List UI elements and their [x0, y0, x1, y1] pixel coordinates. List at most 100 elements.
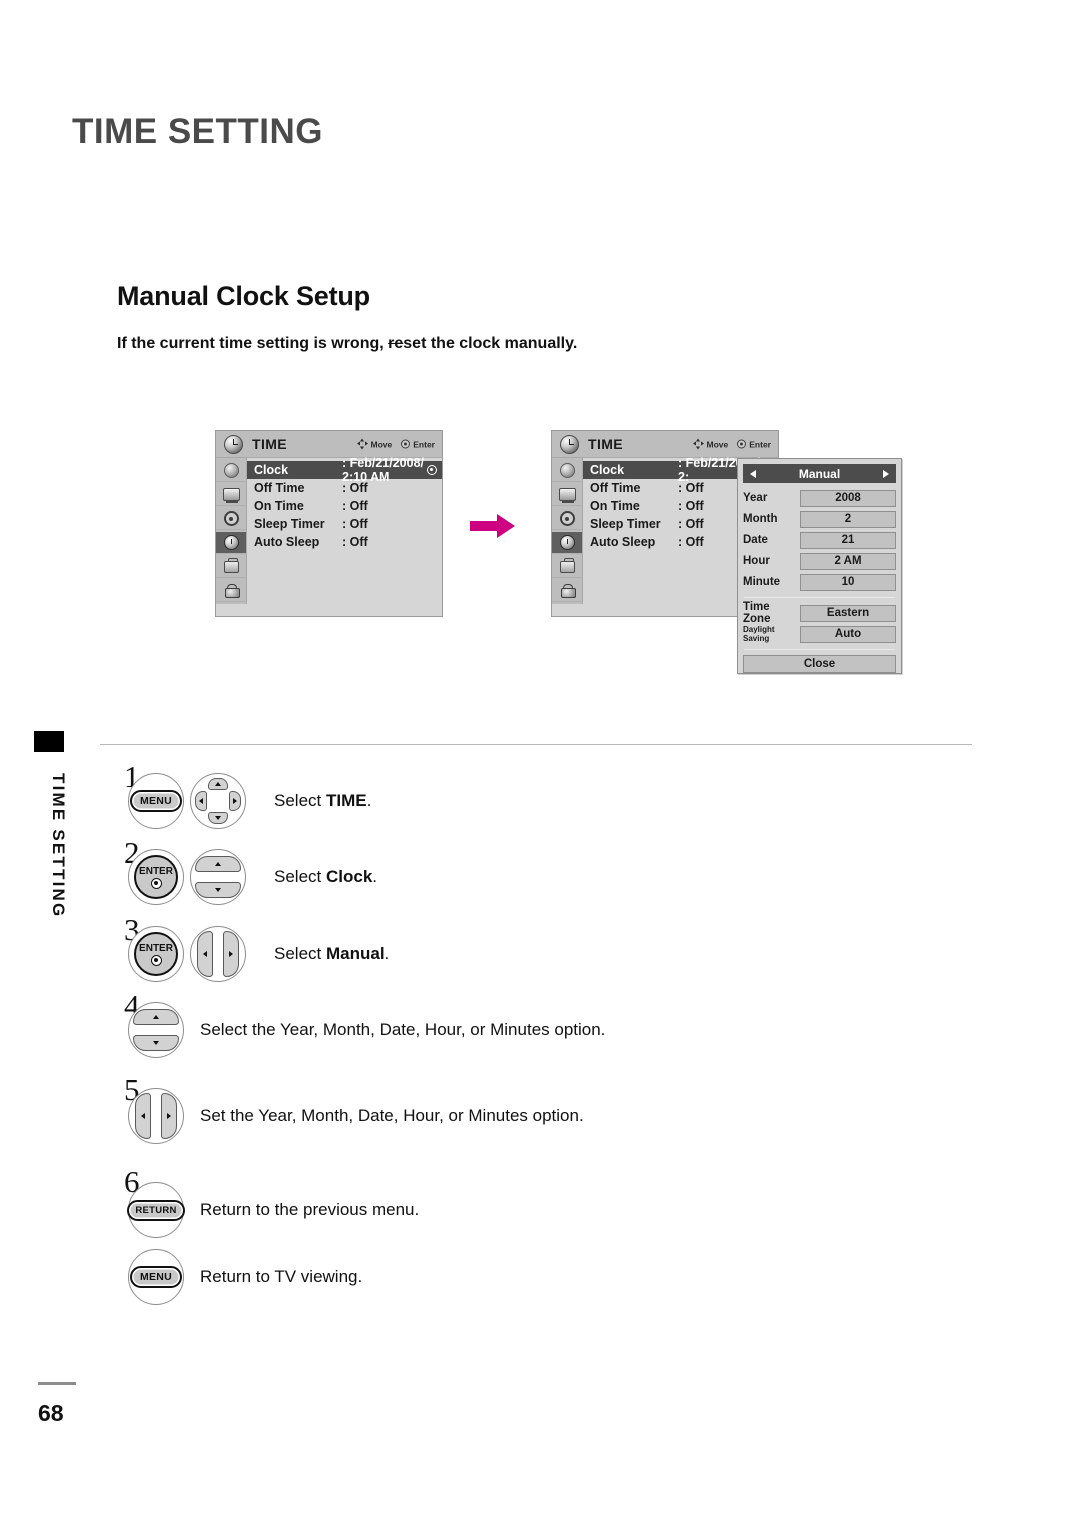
rail-item-lock[interactable]	[216, 580, 246, 602]
menu-button[interactable]: MENU	[128, 1249, 184, 1305]
return-button[interactable]: RETURN	[127, 1182, 185, 1238]
osd-row-sleep-timer[interactable]: Sleep Timer : Off	[247, 515, 442, 533]
content-divider	[100, 744, 972, 745]
manual-field-timezone[interactable]: Time Zone Eastern	[743, 601, 896, 625]
up-down-icon	[195, 856, 241, 898]
rail-item-lock[interactable]	[552, 580, 582, 602]
up-down-button[interactable]	[128, 1002, 184, 1058]
rail-item-audio[interactable]	[552, 508, 582, 530]
osd-row-label: Auto Sleep	[254, 535, 320, 549]
hint-enter-label: Enter	[413, 439, 435, 449]
osd-header: TIME Move Enter	[552, 431, 778, 458]
enter-target-icon	[150, 877, 162, 889]
manual-field-date[interactable]: Date 21	[743, 530, 896, 550]
hint-enter: Enter	[737, 439, 771, 449]
osd-row-auto-sleep[interactable]: Auto Sleep : Off	[247, 533, 442, 551]
page-number: 68	[38, 1400, 64, 1426]
rail-item-time[interactable]	[216, 532, 246, 554]
manual-dialog-title: Manual	[798, 466, 841, 481]
left-right-button[interactable]	[128, 1088, 184, 1144]
audio-ring-icon	[223, 511, 239, 526]
osd-menu-time-first: TIME Move Enter Clock : Feb/21/2008/ 2:1…	[215, 430, 443, 617]
osd-sidebar-rail	[216, 458, 247, 604]
field-value[interactable]: 21	[800, 531, 896, 549]
enter-circle-icon	[737, 439, 747, 449]
step-5: 5 Set the Year, Month, Date, Hour, or Mi…	[124, 1072, 584, 1144]
dpad-4way-button[interactable]	[190, 773, 246, 829]
manual-field-year[interactable]: Year 2008	[743, 488, 896, 508]
rail-item-display[interactable]	[216, 484, 246, 506]
step-text: Set the Year, Month, Date, Hour, or Minu…	[200, 1106, 584, 1126]
manual-field-daylight-saving[interactable]: Daylight Saving Auto	[743, 624, 896, 644]
step-text-suffix: .	[366, 791, 372, 810]
manual-field-hour[interactable]: Hour 2 AM	[743, 551, 896, 571]
rail-item-picture[interactable]	[552, 460, 582, 482]
field-label: Time Zone	[743, 601, 771, 625]
field-value[interactable]: Auto	[800, 625, 896, 643]
field-value[interactable]: 2 AM	[800, 552, 896, 570]
hint-enter: Enter	[401, 439, 435, 449]
field-value[interactable]: 10	[800, 573, 896, 591]
field-label-line2: Saving	[743, 634, 770, 643]
page-title: TIME SETTING	[72, 112, 323, 151]
option-case-icon	[559, 558, 575, 573]
time-clock-icon	[560, 434, 579, 454]
enter-button[interactable]: ENTER	[128, 849, 184, 905]
osd-row-value: : Off	[342, 517, 368, 531]
field-value[interactable]: Eastern	[800, 604, 896, 622]
hint-move-label: Move	[370, 439, 393, 449]
field-label: Month	[743, 513, 778, 525]
osd-title: TIME	[252, 436, 288, 452]
enter-button[interactable]: ENTER	[128, 926, 184, 982]
section-intro: If the current time setting is wrong, re…	[117, 335, 577, 353]
step-2: 2 ENTER Select Clock.	[124, 835, 377, 905]
field-label: Hour	[743, 555, 770, 567]
step-4: 4 Select the Year, Month, Date, Hour, or…	[124, 988, 606, 1058]
step-text-prefix: Return to TV viewing.	[200, 1267, 363, 1286]
osd-row-value: : Off	[342, 535, 368, 549]
osd-row-label: Off Time	[590, 481, 641, 495]
close-button[interactable]: Close	[743, 655, 896, 673]
option-case-icon	[223, 558, 239, 573]
lock-icon	[560, 583, 576, 598]
side-tab-label: TIME SETTING	[49, 773, 68, 919]
osd-row-label: Sleep Timer	[590, 517, 661, 531]
osd-hints: Move Enter	[356, 438, 435, 450]
field-value[interactable]: 2008	[800, 489, 896, 507]
hint-move: Move	[356, 438, 393, 450]
rail-item-audio[interactable]	[216, 508, 246, 530]
menu-button[interactable]: MENU	[128, 773, 184, 829]
time-clock-icon	[223, 535, 239, 550]
intro-part-2: set the clock manually.	[403, 335, 578, 352]
osd-row-on-time[interactable]: On Time : Off	[247, 497, 442, 515]
display-tv-icon	[558, 488, 576, 503]
rail-item-option[interactable]	[552, 556, 582, 578]
up-down-icon	[133, 1009, 179, 1051]
rail-item-option[interactable]	[216, 556, 246, 578]
field-label: Year	[743, 492, 768, 504]
step-text-prefix: Select the Year, Month, Date, Hour, or M…	[200, 1020, 606, 1039]
left-right-button[interactable]	[190, 926, 246, 982]
osd-row-label: Sleep Timer	[254, 517, 325, 531]
manual-field-minute[interactable]: Minute 10	[743, 572, 896, 592]
osd-row-clock[interactable]: Clock : Feb/21/2008/ 2:10 AM	[247, 456, 442, 484]
manual-field-month[interactable]: Month 2	[743, 509, 896, 529]
rail-item-time[interactable]	[552, 532, 582, 554]
step-text-bold: TIME	[325, 791, 367, 810]
side-tab-marker	[34, 731, 64, 752]
picture-globe-icon	[223, 463, 239, 478]
hint-enter-label: Enter	[749, 439, 771, 449]
step-text-prefix: Select	[274, 791, 326, 810]
osd-hints: Move Enter	[692, 438, 771, 450]
flow-arrow-icon	[470, 514, 515, 538]
osd-row-label: Auto Sleep	[590, 535, 656, 549]
time-clock-icon	[224, 434, 243, 454]
field-value[interactable]: 2	[800, 510, 896, 528]
rail-item-picture[interactable]	[216, 460, 246, 482]
manual-clock-dialog: Manual Year 2008 Month 2 Date 21 Hour 2 …	[737, 458, 902, 674]
osd-row-label: Clock	[590, 463, 625, 477]
step-text-prefix: Select	[274, 867, 326, 886]
up-down-button[interactable]	[190, 849, 246, 905]
rail-item-display[interactable]	[552, 484, 582, 506]
chevron-right-icon[interactable]	[883, 469, 889, 478]
